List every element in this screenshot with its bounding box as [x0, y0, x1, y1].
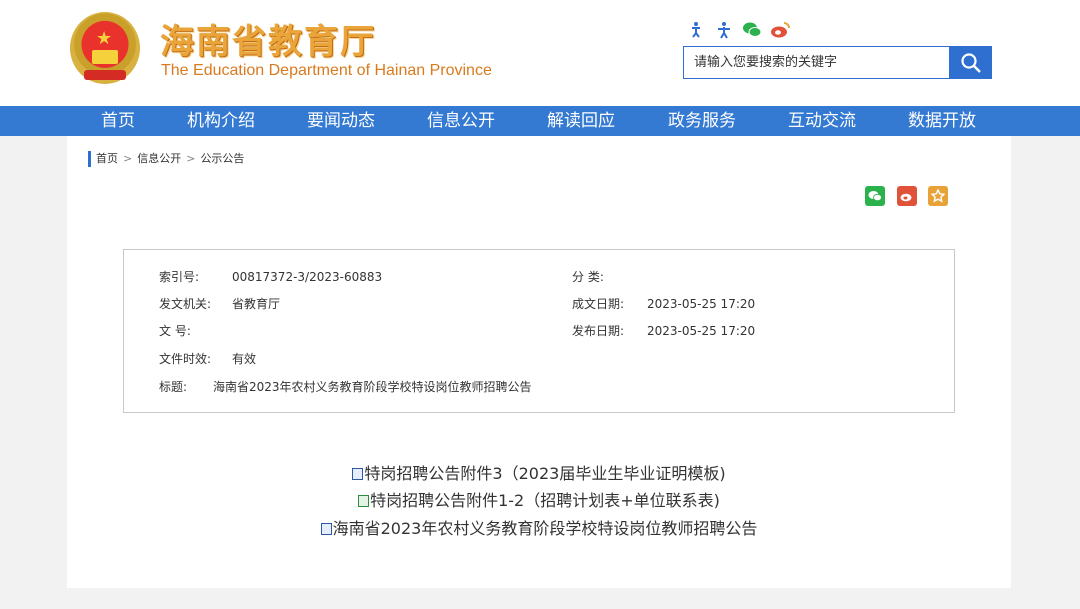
nav-item-disclosure[interactable]: 信息公开: [411, 106, 511, 136]
search-button[interactable]: [949, 46, 992, 79]
weibo-share-icon[interactable]: [897, 186, 917, 206]
nav-item-organization[interactable]: 机构介绍: [171, 106, 271, 136]
attachment-text[interactable]: 海南省2023年农村义务教育阶段学校特设岗位教师招聘公告: [333, 519, 758, 538]
title-value: 海南省2023年农村义务教育阶段学校特设岗位教师招聘公告: [213, 380, 532, 394]
elder-care-icon[interactable]: [714, 20, 734, 40]
site-title-en[interactable]: The Education Department of Hainan Provi…: [161, 62, 492, 80]
title-label: 标题:: [159, 380, 188, 394]
nav-item-interaction[interactable]: 互动交流: [772, 106, 872, 136]
breadcrumb-home[interactable]: 首页: [96, 151, 118, 167]
wechat-icon[interactable]: [742, 20, 762, 40]
issuer-value: 省教育厅: [232, 297, 281, 311]
category-label: 分 类:: [572, 270, 604, 284]
breadcrumb-separator: >: [186, 152, 196, 165]
excel-file-icon: [358, 495, 370, 507]
attachment-link[interactable]: 特岗招聘公告附件3（2023届毕业生毕业证明模板): [67, 460, 1011, 484]
written-date-label: 成文日期:: [572, 297, 625, 311]
publish-date-label: 发布日期:: [572, 324, 625, 338]
breadcrumb-disclosure[interactable]: 信息公开: [137, 151, 181, 167]
issuer-label: 发文机关:: [159, 297, 212, 311]
attachment-text[interactable]: 特岗招聘公告附件3（2023届毕业生毕业证明模板): [364, 464, 725, 483]
site-header: ★ 海南省教育厅 The Education Department of Hai…: [0, 0, 1080, 106]
index-no-label: 索引号:: [159, 270, 200, 284]
search-input[interactable]: 请输入您要搜索的关键字: [683, 46, 950, 79]
index-no-value: 00817372-3/2023-60883: [232, 270, 383, 284]
validity-value: 有效: [232, 352, 257, 366]
nav-item-news[interactable]: 要闻动态: [291, 106, 391, 136]
main-nav: 首页 机构介绍 要闻动态 信息公开 解读回应 政务服务 互动交流 数据开放: [0, 106, 1080, 136]
wechat-share-icon[interactable]: [865, 186, 885, 206]
written-date-value: 2023-05-25 17:20: [647, 297, 756, 311]
breadcrumb-notice[interactable]: 公示公告: [200, 151, 244, 167]
weibo-icon[interactable]: [770, 20, 790, 40]
word-file-icon: [320, 523, 332, 535]
nav-item-services[interactable]: 政务服务: [652, 106, 752, 136]
document-info-table: 索引号: 00817372-3/2023-60883 分 类: 发文机关: 省教…: [123, 249, 955, 413]
site-title-cn[interactable]: 海南省教育厅: [160, 14, 376, 63]
accessibility-icon[interactable]: [686, 20, 706, 40]
content-panel: 首页 > 信息公开 > 公示公告 索引号: 00817372-3/2023-60…: [67, 136, 1011, 588]
nav-item-interpretation[interactable]: 解读回应: [531, 106, 631, 136]
breadcrumb-separator: >: [123, 152, 133, 165]
nav-item-home[interactable]: 首页: [68, 106, 168, 136]
word-file-icon: [352, 468, 364, 480]
search-icon: [960, 52, 981, 73]
nav-item-open-data[interactable]: 数据开放: [892, 106, 992, 136]
attachment-link[interactable]: 特岗招聘公告附件1-2（招聘计划表+单位联系表): [67, 487, 1011, 511]
attachment-text[interactable]: 特岗招聘公告附件1-2（招聘计划表+单位联系表): [370, 491, 720, 510]
header-toolbar: [686, 20, 790, 40]
attachment-link[interactable]: 海南省2023年农村义务教育阶段学校特设岗位教师招聘公告: [67, 515, 1011, 539]
doc-no-label: 文 号:: [159, 324, 191, 338]
favorite-icon[interactable]: [928, 186, 948, 206]
national-emblem-logo: ★: [70, 12, 140, 84]
publish-date-value: 2023-05-25 17:20: [647, 324, 756, 338]
validity-label: 文件时效:: [159, 352, 212, 366]
breadcrumb: 首页 > 信息公开 > 公示公告: [88, 151, 244, 167]
